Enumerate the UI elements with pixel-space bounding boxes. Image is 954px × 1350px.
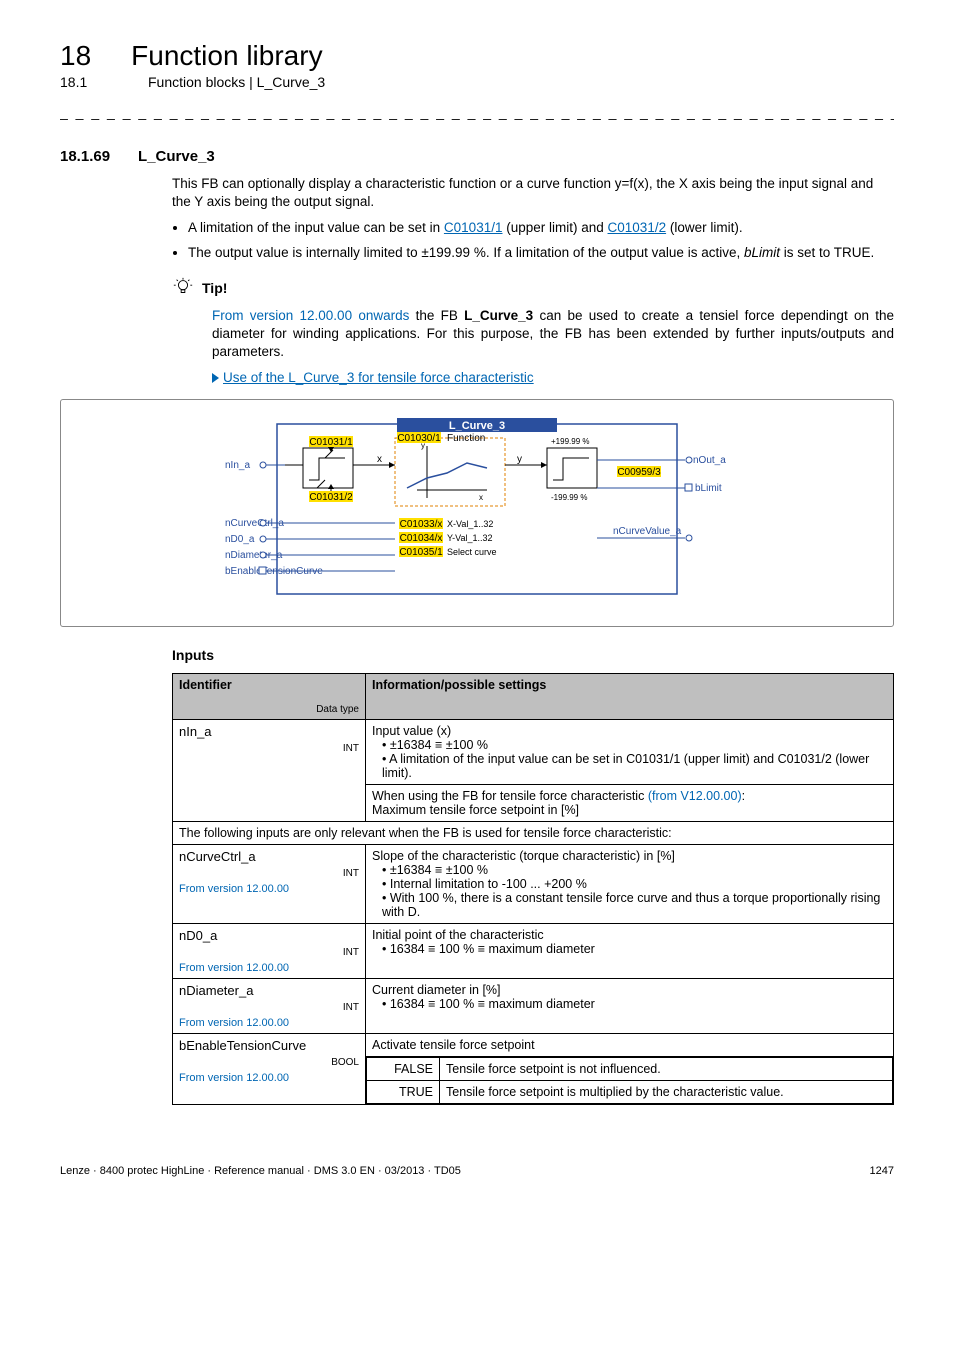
footer-left: Lenze · 8400 protec HighLine · Reference… xyxy=(60,1165,461,1177)
triangle-icon xyxy=(212,373,219,383)
svg-text:y: y xyxy=(421,441,425,450)
chapter-title: Function library xyxy=(131,40,322,72)
section-number: 18.1.69 xyxy=(60,148,110,165)
svg-text:nCurveValue_a: nCurveValue_a xyxy=(613,526,682,537)
inputs-table: Identifier Data type Information/possibl… xyxy=(172,673,894,1105)
table-row: nIn_a INT Input value (x) • ±16384 ≡ ±10… xyxy=(173,719,894,784)
svg-text:Select curve: Select curve xyxy=(447,547,497,557)
svg-text:C00959/3: C00959/3 xyxy=(617,467,661,478)
svg-text:Y-Val_1..32: Y-Val_1..32 xyxy=(447,533,493,543)
svg-text:y: y xyxy=(517,454,522,465)
table-row: nDiameter_a INT From version 12.00.00 Cu… xyxy=(173,978,894,1033)
subsection-title: Function blocks | L_Curve_3 xyxy=(148,74,325,90)
svg-text:Function: Function xyxy=(447,433,485,444)
chapter-number: 18 xyxy=(60,40,91,72)
lightbulb-icon xyxy=(172,276,194,301)
diagram-title: L_Curve_3 xyxy=(449,420,505,432)
svg-text:C01033/x: C01033/x xyxy=(400,519,443,530)
link-tensile-force-use[interactable]: Use of the L_Curve_3 for tensile force c… xyxy=(223,370,534,385)
svg-text:x: x xyxy=(479,493,483,502)
svg-text:nOut_a: nOut_a xyxy=(693,455,726,466)
subsection-number: 18.1 xyxy=(60,74,108,90)
svg-text:nIn_a: nIn_a xyxy=(225,460,250,471)
svg-text:X-Val_1..32: X-Val_1..32 xyxy=(447,519,493,529)
col-identifier: Identifier xyxy=(179,678,232,692)
bullet-output-limit: The output value is internally limited t… xyxy=(188,244,894,262)
col-datatype: Data type xyxy=(179,704,359,715)
svg-text:C01034/x: C01034/x xyxy=(400,533,443,544)
svg-text:+199.99 %: +199.99 % xyxy=(551,437,589,446)
table-row: bEnableTensionCurve BOOL From version 12… xyxy=(173,1033,894,1104)
intro-paragraph: This FB can optionally display a charact… xyxy=(172,175,894,211)
svg-text:C01031/1: C01031/1 xyxy=(309,437,353,448)
col-info: Information/possible settings xyxy=(366,673,894,719)
svg-text:C01030/1: C01030/1 xyxy=(397,433,441,444)
inputs-heading: Inputs xyxy=(172,647,894,663)
section-title: L_Curve_3 xyxy=(138,148,215,165)
link-c01031-2[interactable]: C01031/2 xyxy=(608,220,667,235)
table-row-span: The following inputs are only relevant w… xyxy=(173,821,894,844)
svg-text:C01035/1: C01035/1 xyxy=(399,547,443,558)
tip-label: Tip! xyxy=(202,280,227,296)
block-diagram: L_Curve_3 nIn_a nCurveCtrl_a nD0_a nDiam… xyxy=(60,399,894,627)
table-row: nCurveCtrl_a INT From version 12.00.00 S… xyxy=(173,844,894,923)
svg-text:C01031/2: C01031/2 xyxy=(309,492,353,503)
tip-body: From version 12.00.00 onwards the FB L_C… xyxy=(212,307,894,362)
link-c01031-1[interactable]: C01031/1 xyxy=(444,220,503,235)
separator-dashes: _ _ _ _ _ _ _ _ _ _ _ _ _ _ _ _ _ _ _ _ … xyxy=(60,104,894,120)
bullet-limitation: A limitation of the input value can be s… xyxy=(188,219,894,237)
svg-text:bLimit: bLimit xyxy=(695,483,722,494)
page-number: 1247 xyxy=(870,1165,894,1177)
svg-text:nD0_a: nD0_a xyxy=(225,534,255,545)
table-row: nD0_a INT From version 12.00.00 Initial … xyxy=(173,923,894,978)
svg-text:x: x xyxy=(377,454,382,465)
svg-text:-199.99 %: -199.99 % xyxy=(551,493,587,502)
